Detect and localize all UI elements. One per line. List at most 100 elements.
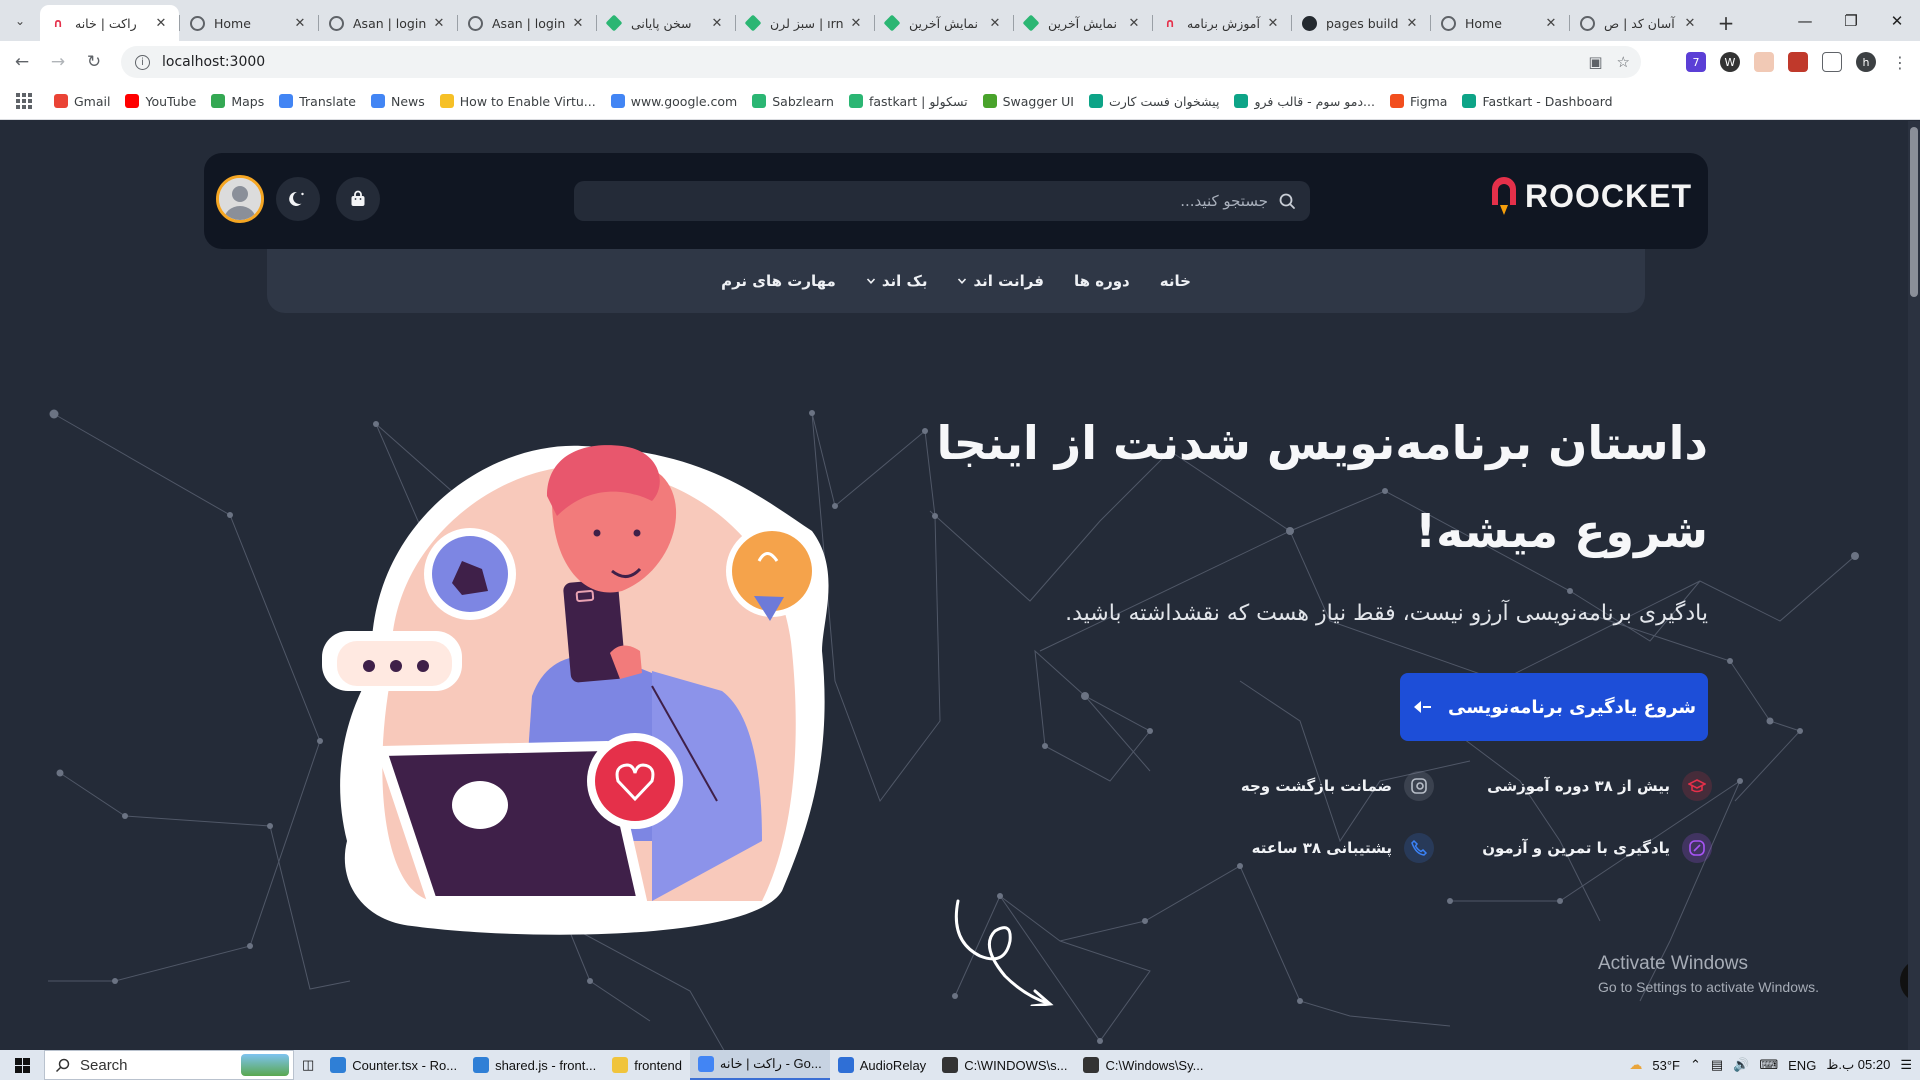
extension-red-icon[interactable]	[1788, 52, 1808, 72]
close-tab-icon[interactable]: ✕	[1543, 16, 1559, 31]
app-icon	[837, 1057, 854, 1073]
bookmark-item[interactable]: Maps	[211, 94, 264, 109]
extension-badge-icon[interactable]: 7	[1686, 52, 1706, 72]
page-scrollbar[interactable]	[1908, 121, 1920, 1050]
browser-tab[interactable]: ∩ آموزش برنامه ✕	[1152, 5, 1291, 41]
taskbar-app[interactable]: AudioRelay	[830, 1050, 935, 1080]
reload-icon[interactable]: ↻	[76, 44, 112, 80]
bookmark-label: www.google.com	[630, 93, 738, 109]
browser-tab[interactable]: Home ✕	[1430, 5, 1569, 41]
activate-subtitle: Go to Settings to activate Windows.	[1598, 979, 1819, 995]
tab-title: نمایش آخرین	[1048, 15, 1117, 31]
bookmark-label: News	[390, 93, 425, 109]
back-arrow-icon[interactable]: ←	[4, 44, 40, 80]
start-learning-button[interactable]: شروع یادگیری برنامه‌نویسی	[1400, 673, 1708, 741]
close-tab-icon[interactable]: ✕	[292, 16, 308, 31]
browser-tab[interactable]: نمایش آخرین ✕	[874, 5, 1013, 41]
scrollbar-thumb[interactable]	[1910, 127, 1918, 297]
bookmark-item[interactable]: Translate	[279, 94, 356, 109]
close-tab-icon[interactable]: ✕	[1265, 16, 1281, 31]
bookmark-item[interactable]: Fastkart - Dashboard	[1462, 93, 1613, 109]
theme-toggle-button[interactable]	[276, 177, 320, 221]
close-tab-icon[interactable]: ✕	[153, 16, 169, 31]
notifications-icon[interactable]: ☰	[1900, 1057, 1912, 1073]
taskbar-app[interactable]: C:\Windows\Sy...	[1075, 1050, 1211, 1080]
search-box[interactable]	[574, 181, 1310, 221]
apps-grid-icon[interactable]	[16, 93, 32, 109]
weather-temp[interactable]: 53°F	[1652, 1058, 1680, 1073]
taskbar-app[interactable]: frontend	[604, 1050, 690, 1080]
close-tab-icon[interactable]: ✕	[848, 16, 864, 31]
chrome-menu-icon[interactable]: ⋮	[1890, 52, 1910, 72]
keyboard-icon[interactable]: ⌨	[1759, 1057, 1778, 1073]
new-tab-button[interactable]: +	[1708, 5, 1744, 41]
browser-tab[interactable]: pages build ✕	[1291, 5, 1430, 41]
taskbar-app[interactable]: shared.js - front...	[465, 1050, 604, 1080]
bookmark-item[interactable]: Sabzlearn	[752, 94, 834, 109]
bookmark-favicon-icon	[982, 94, 997, 108]
nav-item-frontend[interactable]: فرانت اند	[957, 272, 1044, 290]
search-input[interactable]	[588, 192, 1268, 210]
bookmark-item[interactable]: How to Enable Virtu...	[439, 94, 596, 109]
browser-tab[interactable]: Asan | login ✕	[457, 5, 596, 41]
browser-tab[interactable]: سخن پایانی ✕	[596, 5, 735, 41]
nav-item-home[interactable]: خانه	[1160, 272, 1191, 290]
cart-button[interactable]	[336, 177, 380, 221]
bookmark-label: Fastkart - Dashboard	[1482, 93, 1613, 109]
close-tab-icon[interactable]: ✕	[1126, 16, 1142, 31]
user-avatar[interactable]	[216, 175, 264, 223]
nav-item-soft-skills[interactable]: مهارت های نرم	[721, 272, 836, 290]
restore-icon[interactable]: ❐	[1828, 0, 1874, 41]
clock[interactable]: 05:20 ب.ظ	[1826, 1057, 1890, 1073]
bookmark-item[interactable]: YouTube	[125, 94, 196, 109]
extensions-puzzle-icon[interactable]	[1822, 52, 1842, 72]
close-tab-icon[interactable]: ✕	[1404, 16, 1420, 31]
bookmark-item[interactable]: Gmail	[54, 94, 110, 109]
roocket-logo[interactable]: ROOCKET	[1489, 175, 1692, 217]
browser-tab[interactable]: Home ✕	[179, 5, 318, 41]
tray-overflow-icon[interactable]: ⌃	[1690, 1057, 1701, 1073]
close-tab-icon[interactable]: ✕	[987, 16, 1003, 31]
extension-w-icon[interactable]: W	[1720, 52, 1740, 72]
volume-icon[interactable]: 🔊	[1733, 1057, 1749, 1073]
profile-avatar-icon[interactable]: h	[1856, 52, 1876, 72]
bookmark-star-icon[interactable]: ☆	[1617, 53, 1630, 71]
bookmark-item[interactable]: News	[370, 93, 425, 109]
close-tab-icon[interactable]: ✕	[709, 16, 725, 31]
search-icon	[1279, 193, 1295, 209]
site-info-icon[interactable]: i	[135, 54, 150, 70]
browser-tab[interactable]: نمایش آخرین ✕	[1013, 5, 1152, 41]
nav-item-courses[interactable]: دوره ها	[1074, 272, 1130, 290]
close-tab-icon[interactable]: ✕	[1682, 16, 1698, 31]
nav-item-backend[interactable]: بک اند	[866, 272, 927, 290]
browser-tab[interactable]: ∩ راکت | خانه ✕	[40, 5, 179, 41]
taskbar-app[interactable]: Counter.tsx - Ro...	[322, 1050, 465, 1080]
close-tab-icon[interactable]: ✕	[431, 16, 447, 31]
bookmark-item[interactable]: دمو سوم - قالب فرو...	[1234, 94, 1375, 109]
bookmark-item[interactable]: fastkart | تسکولو	[848, 94, 968, 109]
tab-search-chevron-icon[interactable]: ⌄	[0, 0, 40, 41]
translate-icon[interactable]: ▣	[1588, 53, 1602, 71]
browser-tab[interactable]: سبز لرن | ırn ✕	[735, 5, 874, 41]
language-indicator[interactable]: ENG	[1788, 1058, 1816, 1073]
bookmark-item[interactable]: Swagger UI	[982, 94, 1074, 109]
extension-calendar-icon[interactable]	[1754, 52, 1774, 72]
close-tab-icon[interactable]: ✕	[570, 16, 586, 31]
forward-arrow-icon[interactable]: →	[40, 44, 76, 80]
taskbar-search[interactable]: Search	[44, 1050, 294, 1080]
task-view-icon[interactable]: ◫	[294, 1050, 322, 1080]
close-window-icon[interactable]: ✕	[1874, 0, 1920, 41]
browser-tab[interactable]: آسان کد | ص ✕	[1569, 5, 1708, 41]
arrow-left-icon	[1413, 701, 1431, 713]
minimize-icon[interactable]: —	[1782, 0, 1828, 41]
weather-icon[interactable]: ☁	[1629, 1057, 1642, 1073]
bookmark-item[interactable]: Figma	[1389, 94, 1447, 109]
browser-tab[interactable]: Asan | login ✕	[318, 5, 457, 41]
taskbar-app[interactable]: C:\WINDOWS\s...	[934, 1050, 1075, 1080]
address-bar[interactable]: i localhost:3000	[121, 46, 1641, 78]
bookmark-item[interactable]: پیشخوان فست کارت	[1088, 94, 1219, 109]
taskbar-app[interactable]: راکت | خانه - Go...	[689, 1050, 830, 1080]
windows-start-icon[interactable]	[0, 1050, 44, 1080]
network-icon[interactable]: ▤	[1711, 1057, 1723, 1073]
bookmark-item[interactable]: www.google.com	[610, 93, 738, 109]
